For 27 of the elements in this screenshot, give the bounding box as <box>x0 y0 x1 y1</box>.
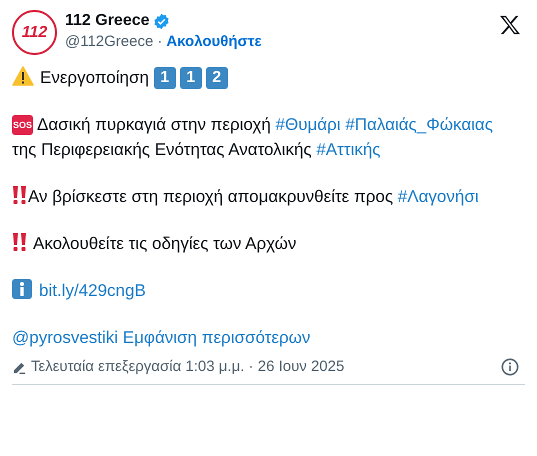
avatar[interactable]: 112 <box>12 10 57 55</box>
info-icon <box>12 279 32 299</box>
follow-link[interactable]: Ακολουθήστε <box>166 32 262 52</box>
warning-icon <box>12 66 34 86</box>
info-icon[interactable] <box>501 358 519 376</box>
account-name[interactable]: 112 Greece <box>65 10 150 32</box>
tweet-paragraph: Ακολουθείτε τις οδηγίες των Αρχών <box>12 231 525 256</box>
tweet-paragraph: Ενεργοποίηση 1 1 2 <box>12 65 525 90</box>
hashtag-link[interactable]: #Λαγονήσι <box>398 187 479 206</box>
keycap-digit: 2 <box>206 67 228 89</box>
hashtag-link[interactable]: #Θυμάρι <box>276 115 341 134</box>
sos-badge: SOS <box>12 115 33 135</box>
account-handle[interactable]: @112Greece <box>65 32 154 52</box>
keycap-digit: 1 <box>180 67 202 89</box>
hashtag-link[interactable]: Εμφάνιση περισσότερων <box>122 328 310 347</box>
double-exclamation-icon <box>12 185 28 205</box>
edited-timestamp: Τελευταία επεξεργασία 1:03 μ.μ. · 26 Ιουν 2025 <box>31 357 344 377</box>
hashtag-link[interactable]: bit.ly/429cngB <box>39 281 146 300</box>
double-exclamation-icon <box>12 232 28 252</box>
x-logo-icon[interactable] <box>499 15 521 35</box>
hashtag-link[interactable]: #Αττικής <box>316 140 380 159</box>
hashtag-link[interactable]: @pyrosvestiki <box>12 328 118 347</box>
keycap-digit: 1 <box>154 67 176 89</box>
tweet-paragraph: Αν βρίσκεστε στη περιοχή απομακρυνθείτε προς #Λαγονήσι <box>12 184 525 209</box>
separator-dot: · <box>157 32 162 52</box>
tweet-paragraph: SOS Δασική πυρκαγιά στην περιοχή #Θυμάρι #Παλαιάς_Φώκαιας της Περιφερειακής Ενότητας Ανατολικής #Αττικής <box>12 114 494 161</box>
hashtag-link[interactable]: #Παλαιάς_Φώκαιας <box>345 115 493 134</box>
